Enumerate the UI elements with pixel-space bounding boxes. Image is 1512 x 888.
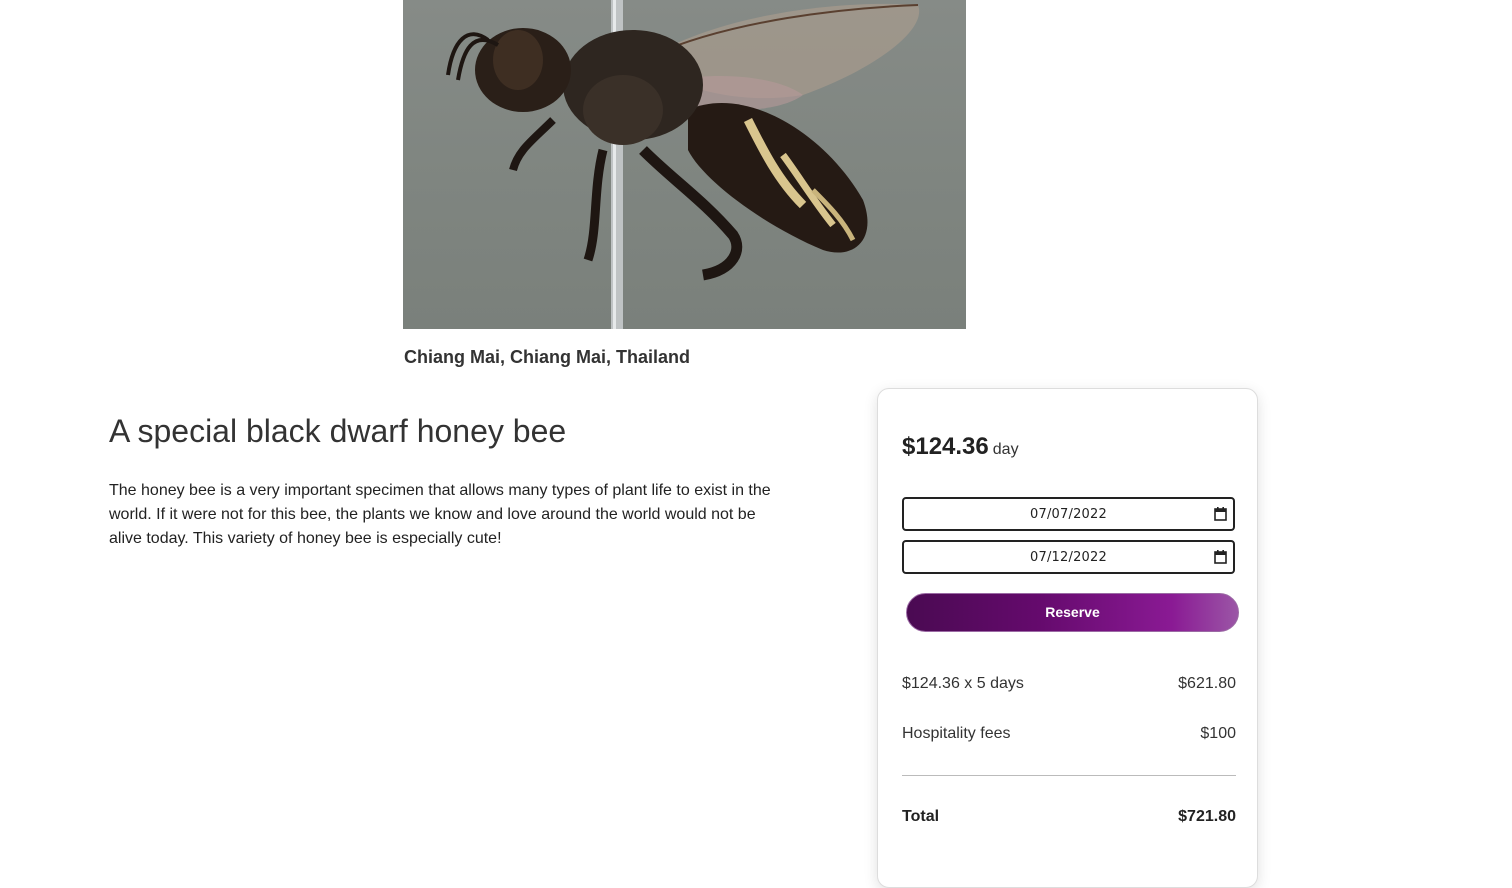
honey-bee-photo [446,0,920,329]
nights-line-item: $124.36 x 5 days $621.80 [902,675,1236,693]
total-row: Total $721.80 [902,808,1236,826]
price-unit: day [992,441,1019,458]
reserve-button[interactable]: Reserve [906,593,1239,632]
price-row: $124.36 day [902,433,1019,461]
check-out-date-input[interactable]: 07/12/2022 [902,540,1235,574]
listing-title: A special black dwarf honey bee [109,413,567,449]
total-amount: $721.80 [1178,808,1236,825]
check-in-date-input[interactable]: 07/07/2022 [902,497,1235,531]
listing-description: The honey bee is a very important specim… [109,482,771,547]
check-in-value: 07/07/2022 [1030,507,1107,522]
line-item-amount: $621.80 [1178,675,1236,692]
fees-line-item: Hospitality fees $100 [902,725,1236,743]
calendar-icon[interactable] [1214,507,1227,525]
nightly-price: $124.36 [902,433,989,460]
total-label: Total [902,808,940,825]
line-item-label: Hospitality fees [902,725,1011,742]
listing-location: Chiang Mai, Chiang Mai, Thailand [404,347,691,367]
check-out-value: 07/12/2022 [1030,550,1107,565]
line-item-amount: $100 [1200,725,1236,742]
listing-photo [403,0,966,329]
divider [902,775,1236,776]
line-item-label: $124.36 x 5 days [902,675,1024,692]
booking-card: $124.36 day 07/07/2022 07/12/2022 Reserv… [877,388,1258,888]
calendar-icon[interactable] [1214,550,1227,568]
